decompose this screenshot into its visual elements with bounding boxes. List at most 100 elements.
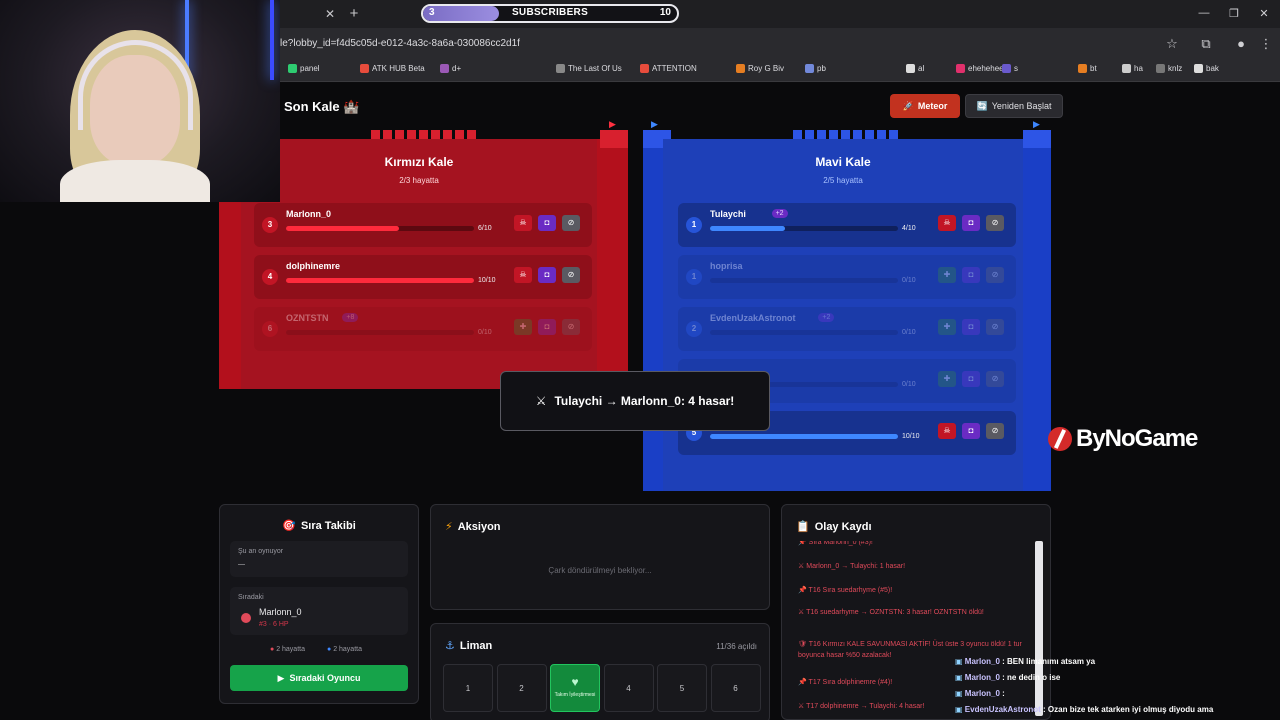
remove-button[interactable]: ⊘: [986, 319, 1004, 335]
player-name: dolphinemre: [286, 261, 341, 271]
port-cell[interactable]: ♥ Takım İyileştirmesi: [550, 664, 600, 712]
red-castle-alive: 2/3 hayatta: [399, 176, 439, 185]
next-player-name: Marlonn_0: [259, 607, 302, 617]
log-entry-text: T17 Sıra dolphinemre (#4)!: [808, 679, 893, 686]
menu-icon[interactable]: ⋮: [1258, 36, 1274, 52]
player-hp-text: 10/10: [902, 433, 920, 440]
bookmark-label: Roy G Biv: [748, 64, 785, 73]
player-shield-badge: +2: [771, 209, 788, 218]
player-number: 4: [262, 269, 278, 285]
player-name: Marlonn_0: [286, 209, 332, 219]
bookmark-item[interactable]: ehehehee: [956, 64, 1004, 73]
action-waiting-text: Çark döndürülmeyi bekliyor...: [548, 566, 652, 575]
next-player-button[interactable]: ▶ Sıradaki Oyuncu: [230, 665, 408, 691]
bookmark-item[interactable]: ATTENTION: [640, 64, 697, 73]
bookmark-item[interactable]: knlz: [1156, 64, 1182, 73]
shield-button[interactable]: ◘: [962, 267, 980, 283]
bookmark-item[interactable]: bak: [1194, 64, 1219, 73]
bookmark-label: ehehehee: [968, 64, 1004, 73]
red-castle-name: Kırmızı Kale: [384, 155, 454, 169]
chat-badge-icon: ▣: [955, 657, 963, 666]
port-cell[interactable]: 5: [657, 664, 707, 712]
bookmark-label: bt: [1090, 64, 1097, 73]
player-card: 4 dolphinemre 10/10 ☠ ◘ ⊘: [254, 255, 592, 299]
bookmark-item[interactable]: d+: [440, 64, 461, 73]
revive-button[interactable]: ✚: [938, 371, 956, 387]
chat-message: ▣ Marlon_0 : BEN limanımı atsam ya: [955, 657, 1096, 666]
log-entry-text: T17 dolphinemre → Tulaychi: 4 hasar!: [806, 703, 925, 710]
restart-button[interactable]: 🔄 Yeniden Başlat: [965, 94, 1063, 118]
attack-button[interactable]: ☠: [514, 267, 532, 283]
minimize-icon[interactable]: —: [1196, 7, 1212, 19]
shield-button[interactable]: ◘: [962, 423, 980, 439]
remove-button[interactable]: ⊘: [986, 371, 1004, 387]
player-hp-fill: [286, 226, 399, 231]
remove-button[interactable]: ⊘: [562, 267, 580, 283]
player-card: 2 EvdenUzakAstronot +2 0/10 ✚ ◘ ⊘: [678, 307, 1016, 351]
bookmark-label: knlz: [1168, 64, 1183, 73]
url-field[interactable]: le?lobby_id=f4d5c05d-e012-4a3c-8a6a-0300…: [280, 38, 520, 49]
new-tab-icon[interactable]: +: [345, 5, 363, 23]
bookmark-item[interactable]: al: [906, 64, 924, 73]
log-entry: ⚔ Marlonn_0 → Tulaychi: 1 hasar!: [798, 561, 1030, 572]
brand-text: ByNoGame: [1076, 425, 1198, 452]
shield-button[interactable]: ◘: [538, 267, 556, 283]
shield-button[interactable]: ◘: [538, 319, 556, 335]
bookmark-item[interactable]: pb: [805, 64, 826, 73]
tab-close-icon[interactable]: ✕: [322, 6, 338, 22]
bookmark-item[interactable]: panel: [288, 64, 320, 73]
player-card: 3 Marlonn_0 6/10 ☠ ◘ ⊘: [254, 203, 592, 247]
red-flag-icon: ▶: [609, 119, 616, 129]
port-cell[interactable]: 4: [603, 664, 654, 712]
remove-button[interactable]: ⊘: [562, 319, 580, 335]
shield-button[interactable]: ◘: [538, 215, 556, 231]
bookmark-label: ATK HUB Beta: [372, 64, 425, 73]
attack-button[interactable]: ☠: [938, 215, 956, 231]
bookmark-label: al: [918, 64, 925, 73]
player-hp-text: 0/10: [902, 381, 916, 388]
port-cell-number: 1: [465, 684, 471, 693]
now-playing-label: Şu an oynuyor: [238, 548, 284, 555]
rocket-icon: 🚀: [902, 100, 914, 111]
revive-button[interactable]: ✚: [938, 267, 956, 283]
bookmark-item[interactable]: ha: [1122, 64, 1143, 73]
profile-avatar[interactable]: ●: [1233, 36, 1249, 51]
bookmark-star-icon[interactable]: ☆: [1164, 36, 1180, 52]
log-entry-icon: ⚔: [798, 563, 805, 570]
attack-button[interactable]: ☠: [514, 215, 532, 231]
restore-icon[interactable]: ❐: [1226, 7, 1242, 20]
player-name: EvdenUzakAstronot: [710, 313, 796, 323]
attack-button[interactable]: ☠: [938, 423, 956, 439]
bookmark-item[interactable]: bt: [1078, 64, 1097, 73]
bookmark-favicon-icon: [640, 64, 649, 73]
revive-button[interactable]: ✚: [514, 319, 532, 335]
meteor-button[interactable]: 🚀 Meteor: [890, 94, 960, 118]
subscriber-goal-widget: 3 SUBSCRIBERS 10: [421, 4, 679, 23]
port-cell[interactable]: 2: [496, 664, 547, 712]
port-cell[interactable]: 6: [710, 664, 761, 712]
log-entry: ⚔ T16 suedarhyme → OZNTSTN: 3 hasar! OZN…: [798, 607, 1030, 618]
window-close-icon[interactable]: ✕: [1256, 7, 1272, 20]
player-number: 3: [262, 217, 278, 233]
chat-username: Marlon_0: [964, 657, 1000, 666]
chat-text: Ozan bize tek atarken iyi olmuş diyodu a…: [1047, 705, 1214, 714]
player-hp-text: 6/10: [478, 225, 492, 232]
remove-button[interactable]: ⊘: [986, 423, 1004, 439]
bookmark-item[interactable]: The Last Of Us: [556, 64, 622, 73]
extensions-icon[interactable]: ⧉: [1198, 36, 1214, 52]
revive-button[interactable]: ✚: [938, 319, 956, 335]
remove-button[interactable]: ⊘: [562, 215, 580, 231]
port-cell[interactable]: 1: [443, 664, 493, 712]
player-hp-text: 0/10: [902, 277, 916, 284]
remove-button[interactable]: ⊘: [986, 267, 1004, 283]
bookmark-favicon-icon: [288, 64, 297, 73]
shield-button[interactable]: ◘: [962, 371, 980, 387]
chat-message: ▣ Marlon_0 : ne dedin o ise: [955, 673, 1061, 682]
bookmark-item[interactable]: Roy G Biv: [736, 64, 784, 73]
remove-button[interactable]: ⊘: [986, 215, 1004, 231]
bookmark-favicon-icon: [1156, 64, 1165, 73]
bookmark-item[interactable]: s: [1002, 64, 1018, 73]
shield-button[interactable]: ◘: [962, 215, 980, 231]
bookmark-item[interactable]: ATK HUB Beta: [360, 64, 425, 73]
shield-button[interactable]: ◘: [962, 319, 980, 335]
